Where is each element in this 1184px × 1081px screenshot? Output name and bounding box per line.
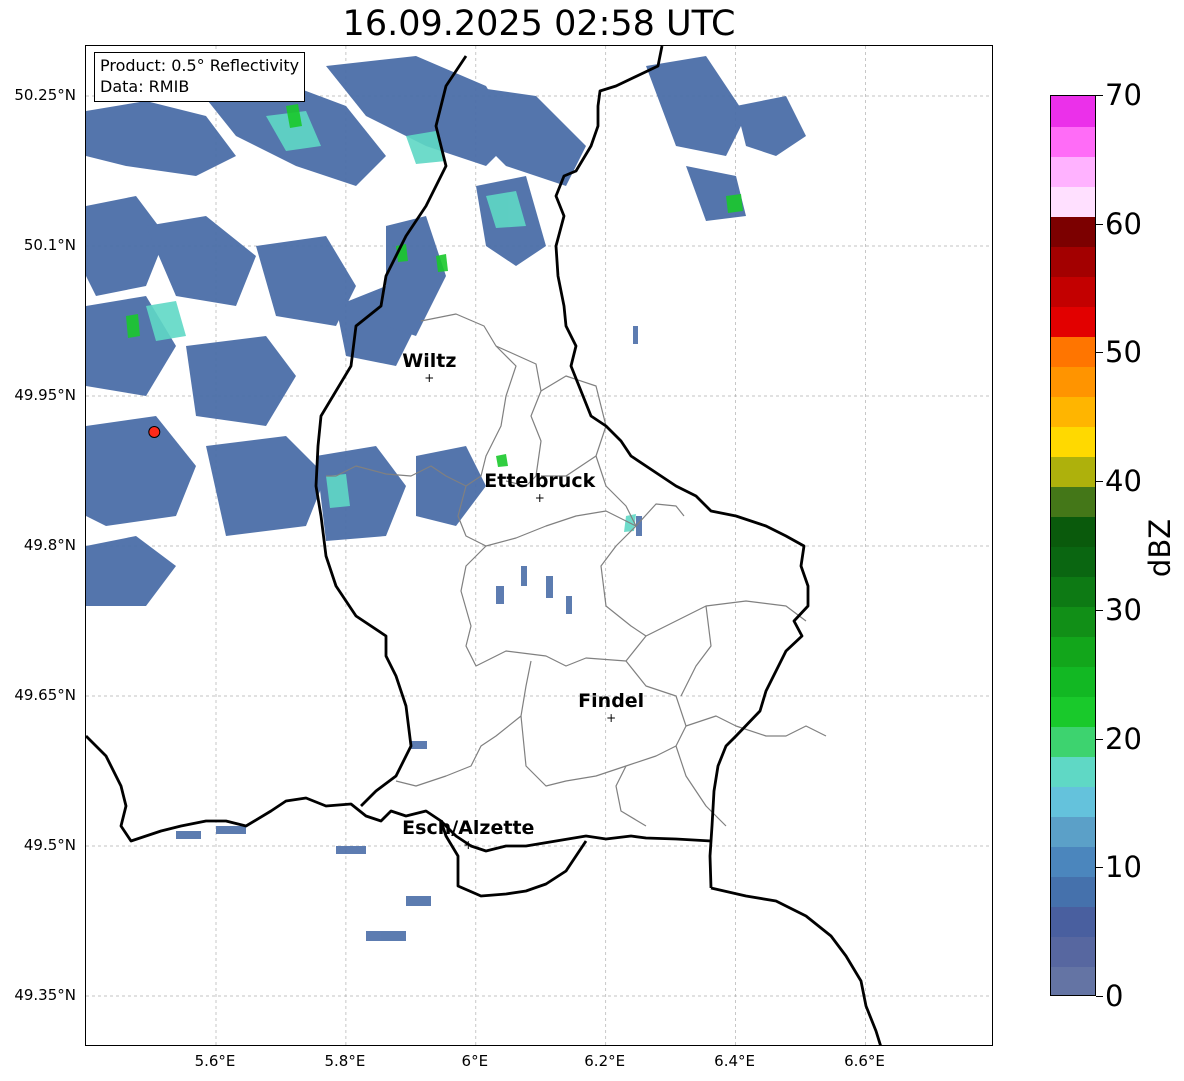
- colorbar-tick-label: 70: [1105, 78, 1142, 112]
- colorbar-segment: [1051, 126, 1095, 157]
- colorbar-tick: [1096, 95, 1103, 96]
- lon-tick-label: 6.6°E: [844, 1052, 885, 1070]
- colorbar-segment: [1051, 816, 1095, 848]
- lat-tick-label: 49.95°N: [14, 386, 76, 404]
- colorbar-tick-label: 20: [1105, 721, 1142, 756]
- colorbar-segment: [1051, 336, 1095, 367]
- colorbar-segment: [1051, 636, 1095, 668]
- canton-boundary: [395, 660, 532, 787]
- lat-tick-label: 49.8°N: [23, 536, 76, 554]
- canton-boundary: [520, 660, 687, 787]
- colorbar-tick: [1096, 481, 1103, 483]
- lat-tick-label: 49.65°N: [14, 686, 76, 704]
- city-marker-icon: +: [424, 371, 435, 385]
- colorbar-tick-label: 60: [1105, 206, 1142, 241]
- colorbar-tick-label: 50: [1105, 335, 1142, 370]
- canton-boundary: [680, 605, 712, 697]
- canton-boundary: [460, 545, 487, 667]
- city-label: Findel: [578, 690, 645, 712]
- colorbar-segment: [1051, 426, 1095, 457]
- border-lu-de: [554, 46, 810, 889]
- radar-map-canvas: [86, 46, 992, 1045]
- colorbar-tick: [1096, 352, 1103, 354]
- colorbar-segment: [1051, 306, 1095, 337]
- city-marker-icon: +: [534, 491, 545, 505]
- colorbar-segment: [1051, 666, 1095, 698]
- colorbar-segment: [1051, 396, 1095, 427]
- colorbar-segment: [1051, 156, 1095, 187]
- colorbar-segment: [1051, 276, 1095, 307]
- canton-boundary: [457, 485, 685, 547]
- city-marker-icon: +: [606, 711, 617, 725]
- colorbar-segment: [1051, 366, 1095, 397]
- lon-tick-label: 5.6°E: [194, 1052, 236, 1070]
- colorbar-segment: [1051, 576, 1095, 608]
- lat-tick-label: 49.35°N: [14, 986, 76, 1004]
- city-marker-icon: +: [463, 838, 474, 852]
- colorbar-tick: [1096, 738, 1103, 740]
- canton-boundary: [540, 375, 607, 477]
- colorbar-segment: [1051, 96, 1095, 127]
- colorbar-segment: [1051, 726, 1095, 758]
- city-label: Esch/Alzette: [402, 817, 535, 839]
- canton-boundary: [675, 745, 727, 827]
- lat-tick-label: 50.25°N: [14, 86, 76, 104]
- colorbar-tick: [1096, 223, 1103, 225]
- colorbar-segment: [1051, 516, 1095, 547]
- colorbar-segment: [1051, 936, 1095, 968]
- colorbar-tick-label: 10: [1105, 850, 1142, 885]
- canton-boundary: [685, 715, 827, 737]
- colorbar-segment: [1051, 486, 1095, 517]
- colorbar-tick-label: 0: [1105, 979, 1124, 1013]
- canton-boundary: [615, 765, 647, 827]
- city-label: Ettelbruck: [484, 470, 596, 492]
- product-label: Product: 0.5° Reflectivity: [100, 56, 300, 75]
- lon-tick-label: 5.8°E: [324, 1052, 366, 1070]
- colorbar-segment: [1051, 216, 1095, 247]
- data-source-label: Data: RMIB: [100, 77, 190, 96]
- product-info-box: Product: 0.5° Reflectivity Data: RMIB: [94, 52, 306, 102]
- colorbar-tick: [1096, 996, 1103, 997]
- city-label: Wiltz: [402, 350, 457, 372]
- colorbar-segment: [1051, 696, 1095, 728]
- colorbar-tick: [1096, 867, 1103, 869]
- border-de-fr-east: [710, 886, 882, 1045]
- radar-site-marker: [148, 426, 161, 438]
- dbz-colorbar: [1050, 95, 1096, 996]
- colorbar-segment: [1051, 786, 1095, 818]
- colorbar-segment: [1051, 846, 1095, 878]
- colorbar-segment: [1051, 876, 1095, 908]
- colorbar-segment: [1051, 456, 1095, 487]
- colorbar-tick: [1096, 609, 1103, 611]
- lat-tick-label: 50.1°N: [23, 236, 76, 254]
- colorbar-segment: [1051, 906, 1095, 938]
- colorbar-tick-label: 30: [1105, 592, 1142, 627]
- colorbar-tick-label: 40: [1105, 464, 1142, 499]
- radar-map[interactable]: [85, 45, 993, 1046]
- colorbar-segment: [1051, 186, 1095, 217]
- graticule-grid: [86, 46, 992, 1045]
- lon-tick-label: 6°E: [461, 1052, 489, 1070]
- colorbar-segment: [1051, 546, 1095, 578]
- canton-boundary: [475, 635, 647, 667]
- lon-tick-label: 6.2°E: [584, 1052, 626, 1070]
- colorbar-segment: [1051, 246, 1095, 277]
- lat-tick-label: 49.5°N: [23, 836, 76, 854]
- colorbar-segment: [1051, 966, 1095, 995]
- colorbar-segment: [1051, 756, 1095, 788]
- map-title: 16.09.2025 02:58 UTC: [342, 4, 736, 44]
- colorbar-segment: [1051, 606, 1095, 638]
- colorbar-title: dBZ: [1143, 518, 1177, 578]
- lon-tick-label: 6.4°E: [714, 1052, 756, 1070]
